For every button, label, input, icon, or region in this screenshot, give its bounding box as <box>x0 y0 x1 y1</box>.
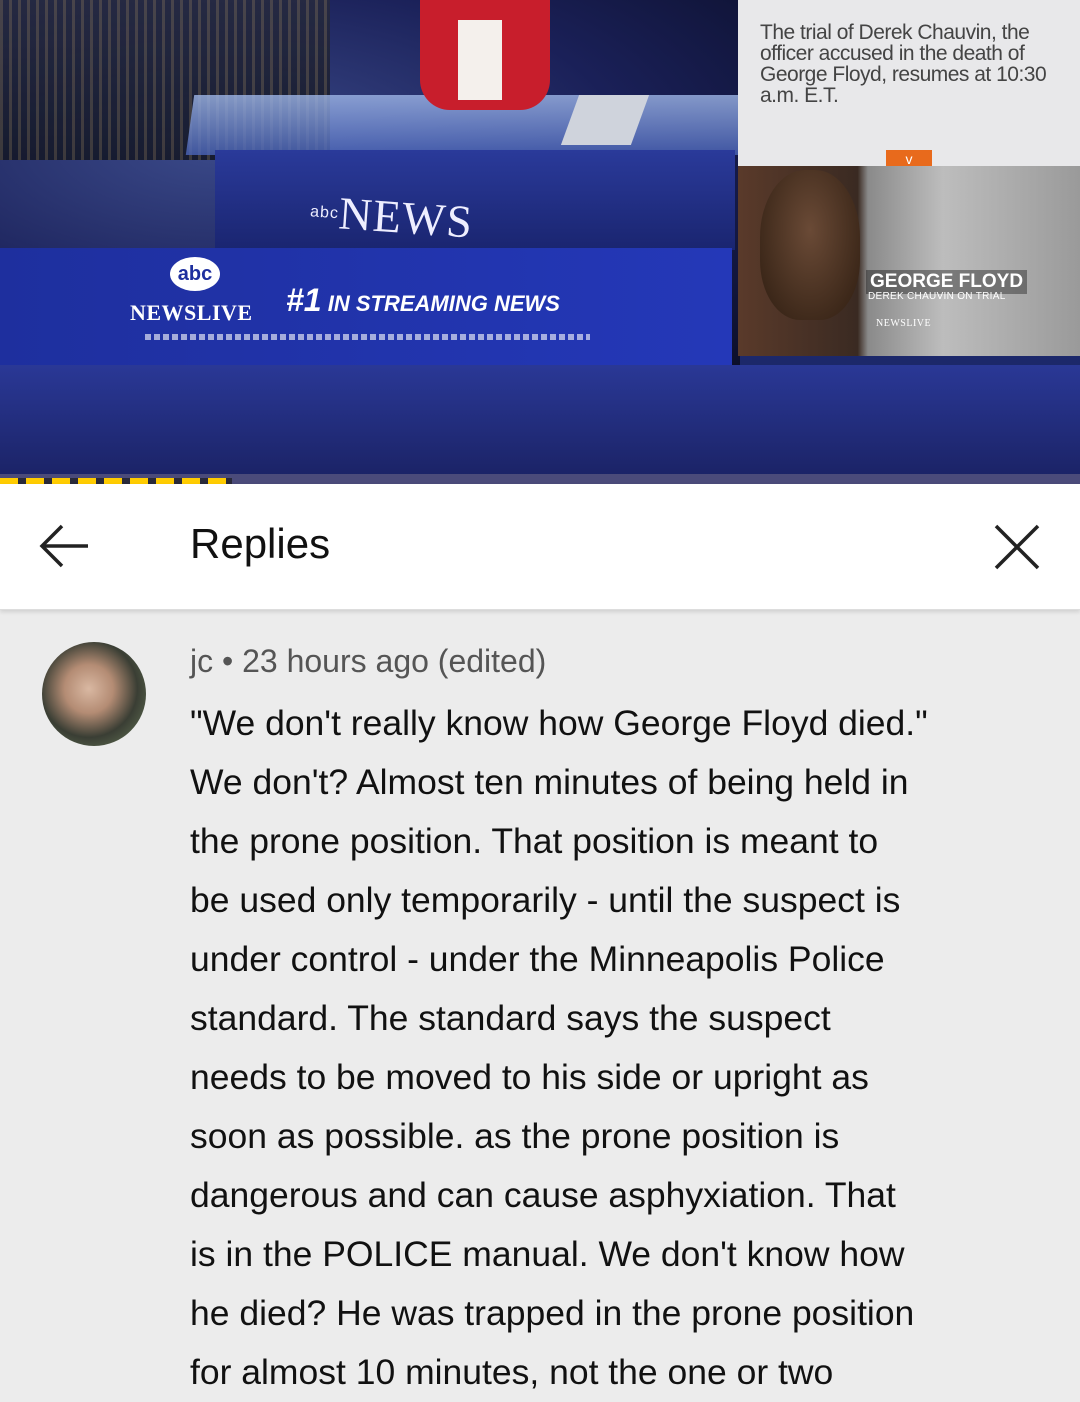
video-player[interactable]: abcNEWS abc NEWSLIVE #1 IN STREAMING NEW… <box>0 0 1080 484</box>
comment-line: We don't? Almost ten minutes of being he… <box>190 762 909 802</box>
comment-line: "We don't really know how George Floyd d… <box>190 703 928 743</box>
side-panel-text: The trial of Derek Chauvin, the officer … <box>760 21 1047 107</box>
page-title: Replies <box>190 520 331 567</box>
comment-meta: jc • 23 hours ago (edited) <box>190 643 546 680</box>
comment-line: soon as possible. as the prone position … <box>190 1116 840 1156</box>
meta-separator: • <box>222 643 234 679</box>
comment-time: 23 hours ago (edited) <box>242 643 547 679</box>
comment-line: standard. The standard says the suspect <box>190 998 831 1038</box>
newslive-logo: NEWSLIVE <box>130 300 253 325</box>
abc-logo: abc <box>170 257 220 291</box>
desk-front <box>215 150 735 250</box>
comment-author[interactable]: jc <box>190 643 213 679</box>
stage-floor <box>0 365 1080 477</box>
streaming-tagline: #1 IN STREAMING NEWS <box>286 282 560 318</box>
arrow-left-icon <box>39 524 88 568</box>
comment-text: "We don't really know how George Floyd d… <box>190 694 1050 1402</box>
banner-fine-print <box>145 334 590 340</box>
trial-subtitle: DEREK CHAUVIN ON TRIAL <box>868 291 1006 302</box>
comment-line: he died? He was trapped in the prone pos… <box>190 1293 915 1333</box>
avatar[interactable] <box>42 642 146 746</box>
newslive-small-logo: NEWSLIVE <box>876 318 932 329</box>
portrait-photo <box>760 170 860 320</box>
close-icon <box>994 524 1040 570</box>
desk-logo: abcNEWS <box>309 187 475 248</box>
close-button[interactable] <box>990 520 1044 574</box>
comment-line: be used only temporarily - until the sus… <box>190 880 901 920</box>
comment-line: the prone position. That position is mea… <box>190 821 879 861</box>
comment-line: is in the POLICE manual. We don't know h… <box>190 1234 905 1274</box>
comment-line: for almost 10 minutes, not the one or tw… <box>190 1352 834 1392</box>
comment-line: under control - under the Minneapolis Po… <box>190 939 885 979</box>
comment-line: dangerous and can cause asphyxiation. Th… <box>190 1175 896 1215</box>
comment-line: needs to be moved to his side or upright… <box>190 1057 869 1097</box>
back-button[interactable] <box>38 522 92 570</box>
anchor-shirt <box>458 20 502 100</box>
replies-header <box>0 484 1080 610</box>
